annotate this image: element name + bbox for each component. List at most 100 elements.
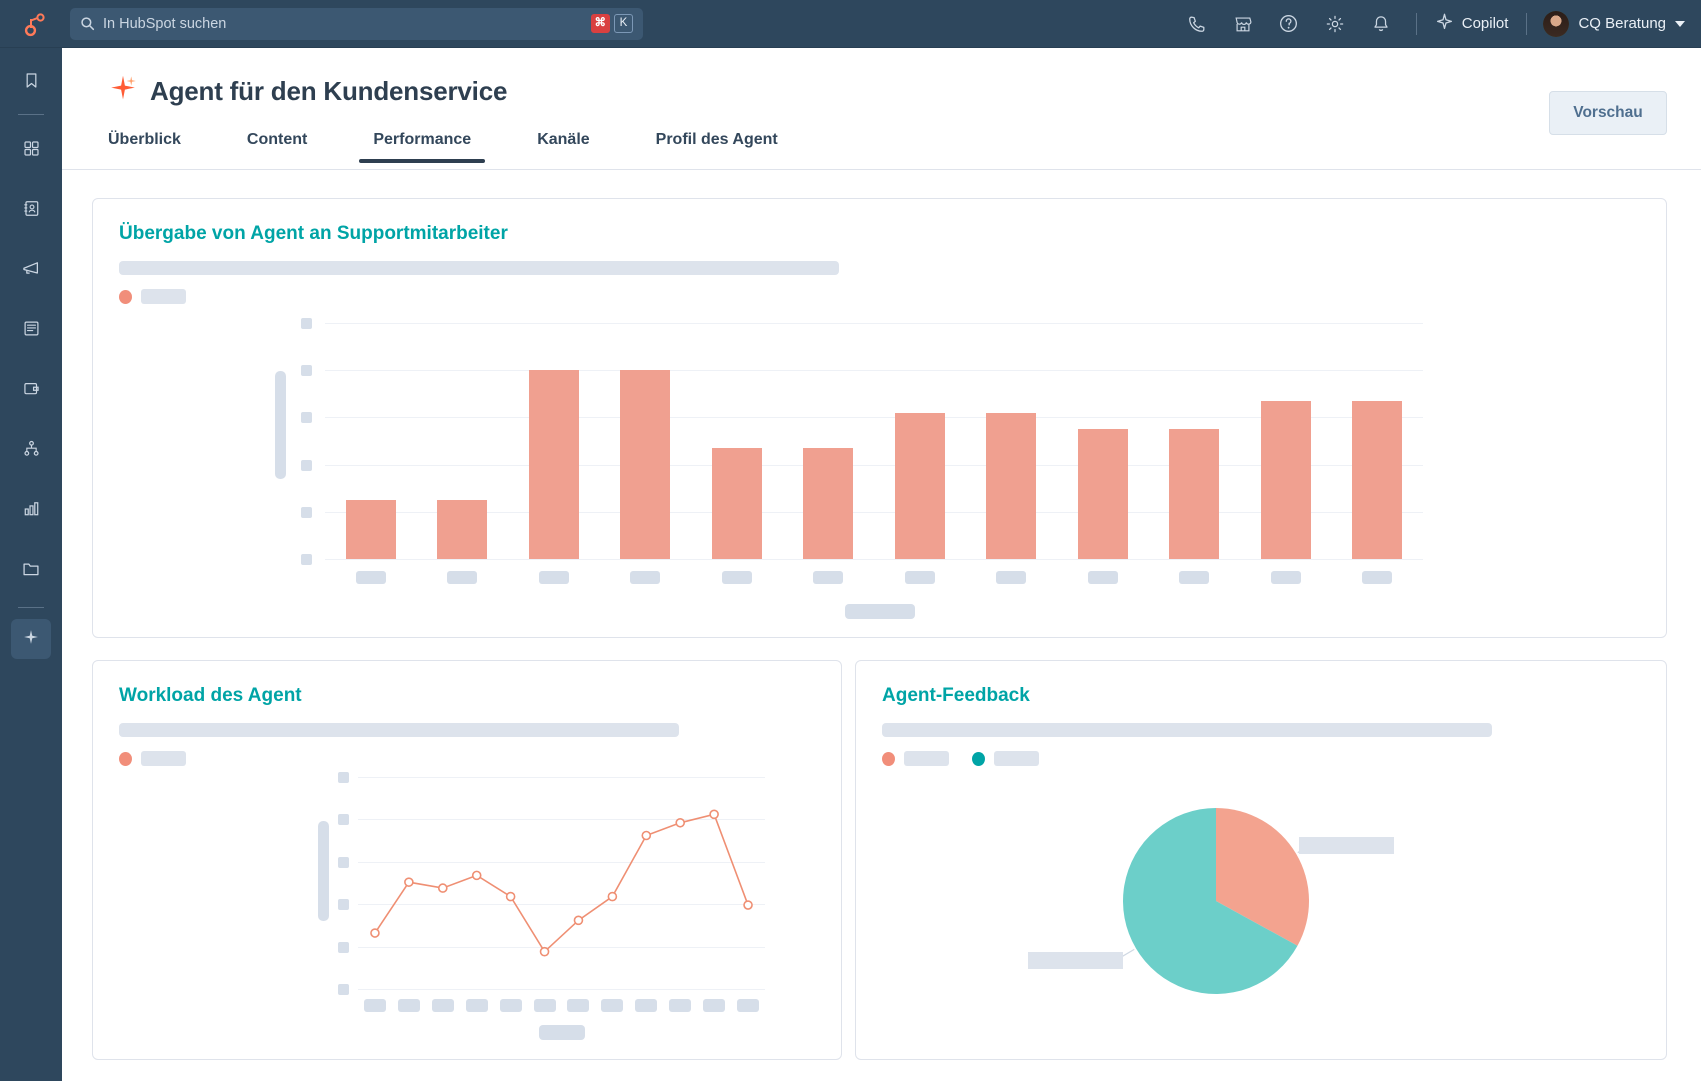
- card-feedback-subtitle-skeleton: [882, 723, 1492, 737]
- account-name: CQ Beratung: [1578, 15, 1666, 32]
- legend-item[interactable]: [119, 751, 186, 766]
- x-axis-tick-skeleton: [601, 999, 624, 1012]
- x-axis-tick-skeleton: [397, 999, 420, 1012]
- search-icon: [80, 16, 95, 31]
- top-navigation-bar: In HubSpot suchen ⌘ K Copilot CQ Beratun…: [0, 0, 1701, 48]
- data-point[interactable]: [641, 830, 652, 841]
- legend-label-skeleton: [141, 289, 186, 304]
- notifications-bell-icon[interactable]: [1358, 0, 1404, 48]
- sidebar-item-contacts[interactable]: [11, 191, 51, 231]
- x-axis-tick-skeleton: [703, 999, 726, 1012]
- marketplace-icon[interactable]: [1220, 0, 1266, 48]
- card-handoff-subtitle-skeleton: [119, 261, 839, 275]
- y-axis-tick-skeleton: [301, 318, 312, 329]
- grid-line: [325, 323, 1423, 324]
- sidebar-item-content[interactable]: [11, 311, 51, 351]
- bar[interactable]: [986, 412, 1037, 559]
- data-point[interactable]: [573, 915, 584, 926]
- x-axis-tick-skeleton: [538, 571, 569, 584]
- content-document-icon: [22, 319, 41, 343]
- data-point[interactable]: [607, 891, 618, 902]
- help-icon[interactable]: [1266, 0, 1312, 48]
- bar[interactable]: [711, 448, 762, 559]
- tab-content[interactable]: Content: [247, 123, 307, 163]
- y-axis-tick-skeleton: [301, 459, 312, 471]
- card-feedback: Agent-Feedback: [855, 660, 1667, 1060]
- sparkle-icon: [108, 74, 138, 109]
- left-sidebar: [0, 48, 62, 1081]
- grid-line: [325, 417, 1423, 419]
- hubspot-logo[interactable]: [0, 0, 68, 48]
- bar[interactable]: [894, 412, 945, 559]
- sidebar-item-commerce[interactable]: [11, 371, 51, 411]
- legend-item[interactable]: [119, 289, 186, 304]
- sidebar-item-library[interactable]: [11, 551, 51, 591]
- bar[interactable]: [437, 500, 488, 559]
- data-point[interactable]: [471, 870, 482, 881]
- legend-color-swatch-coral: [119, 289, 132, 304]
- x-axis-tick-skeleton: [721, 571, 752, 584]
- contacts-icon: [22, 199, 41, 223]
- bar[interactable]: [1260, 400, 1311, 559]
- bar[interactable]: [803, 448, 854, 559]
- global-search-bar[interactable]: In HubSpot suchen ⌘ K: [70, 7, 643, 40]
- copilot-label: Copilot: [1461, 15, 1509, 32]
- tab-uberblick[interactable]: Überblick: [108, 123, 181, 163]
- nav-divider-2: [1526, 12, 1528, 35]
- shortcut-modifier-key: ⌘: [590, 14, 610, 33]
- sidebar-item-marketing[interactable]: [11, 251, 51, 291]
- sidebar-item-automation[interactable]: [11, 431, 51, 471]
- bar[interactable]: [620, 370, 671, 559]
- bar[interactable]: [1077, 429, 1128, 559]
- data-point[interactable]: [437, 883, 448, 893]
- dashboard-row-2: Workload des Agent Agent-Feedback: [92, 660, 1667, 1060]
- sidebar-item-ai-agent[interactable]: [11, 619, 51, 659]
- x-axis-title-skeleton: [538, 1025, 585, 1040]
- nav-divider-1: [1415, 12, 1417, 35]
- commerce-wallet-icon: [22, 379, 41, 403]
- x-axis-tick-skeleton: [904, 571, 935, 584]
- account-menu[interactable]: CQ Beratung: [1539, 10, 1685, 37]
- tab-bar: Überblick Content Performance Kanäle Pro…: [62, 123, 1701, 163]
- data-point[interactable]: [709, 809, 719, 820]
- bar-chart: [93, 309, 1666, 609]
- bar[interactable]: [345, 500, 396, 559]
- x-axis-tick-skeleton: [635, 999, 658, 1012]
- tab-kanale[interactable]: Kanäle: [537, 123, 589, 163]
- card-workload: Workload des Agent: [92, 660, 842, 1060]
- bar[interactable]: [1169, 429, 1220, 559]
- bar[interactable]: [528, 370, 579, 559]
- shortcut-letter-key: K: [614, 14, 633, 33]
- x-axis-tick-skeleton: [465, 999, 488, 1012]
- grid-line: [325, 559, 1423, 560]
- sidebar-item-workspaces[interactable]: [11, 131, 51, 171]
- page-title: Agent für den Kundenservice: [150, 76, 508, 106]
- data-point[interactable]: [539, 946, 550, 957]
- data-point[interactable]: [505, 891, 516, 902]
- data-point[interactable]: [370, 928, 380, 938]
- tab-profil-des-agent[interactable]: Profil des Agent: [656, 123, 778, 163]
- sidebar-item-bookmark[interactable]: [11, 63, 51, 103]
- marketing-megaphone-icon: [21, 259, 41, 284]
- settings-gear-icon[interactable]: [1312, 0, 1358, 48]
- data-point[interactable]: [743, 900, 753, 910]
- legend-label-skeleton: [141, 751, 186, 766]
- card-workload-legend: [93, 737, 841, 766]
- y-axis-tick-skeleton: [301, 554, 312, 565]
- sidebar-divider-bottom: [18, 607, 44, 608]
- x-axis-tick-skeleton: [363, 999, 386, 1012]
- sidebar-item-reporting[interactable]: [11, 491, 51, 531]
- tab-performance[interactable]: Performance: [359, 123, 485, 163]
- search-input[interactable]: In HubSpot suchen: [103, 16, 583, 32]
- y-axis-tick-skeleton: [301, 412, 312, 424]
- data-point[interactable]: [404, 877, 414, 887]
- data-point[interactable]: [675, 817, 686, 828]
- bar-chart-x-axis-title-skeleton: [844, 604, 915, 619]
- bar[interactable]: [1352, 400, 1403, 559]
- copilot-button[interactable]: Copilot: [1429, 12, 1515, 36]
- bookmark-icon: [22, 71, 41, 95]
- workspaces-grid-icon: [22, 139, 41, 163]
- card-handoff-legend: [93, 275, 1666, 304]
- preview-button[interactable]: Vorschau: [1549, 91, 1667, 135]
- phone-icon[interactable]: [1174, 0, 1220, 48]
